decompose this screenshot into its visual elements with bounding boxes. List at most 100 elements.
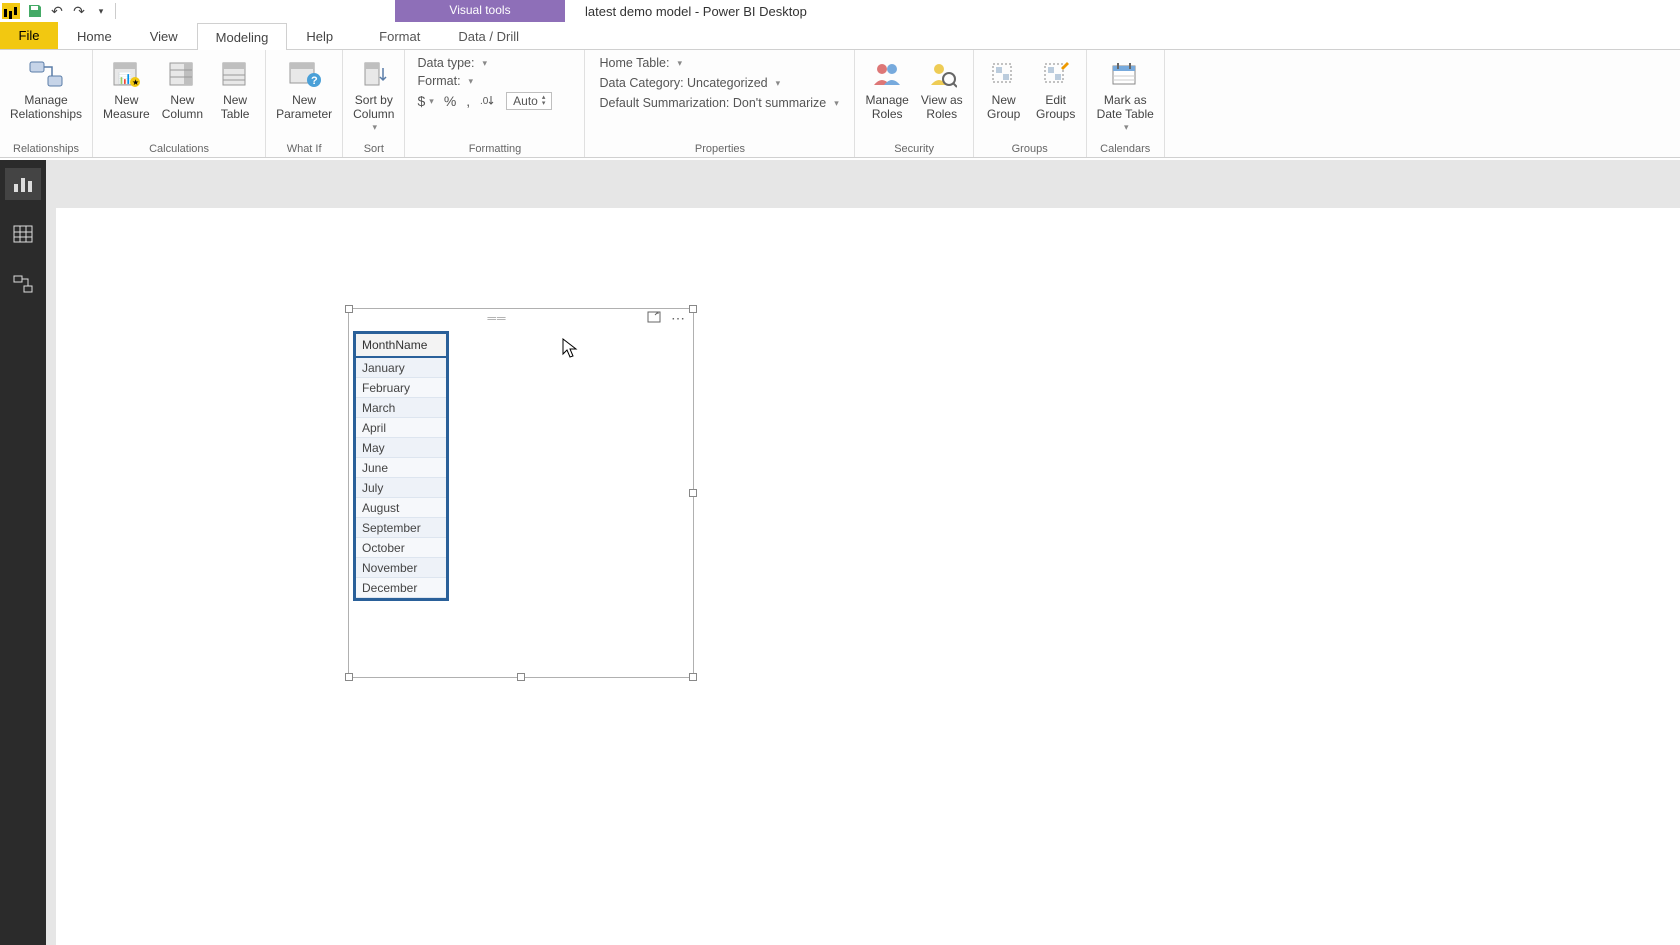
- sort-by-column-button[interactable]: Sort by Column ▾: [347, 52, 400, 132]
- chevron-down-icon: ▾: [373, 122, 378, 132]
- redo-icon[interactable]: ↷: [68, 1, 90, 21]
- ribbon-group-properties-label: Properties: [589, 140, 850, 157]
- table-row[interactable]: May: [356, 438, 446, 458]
- tab-home[interactable]: Home: [58, 22, 131, 49]
- chevron-down-icon: ▾: [1124, 122, 1129, 132]
- manage-relationships-icon: [26, 56, 66, 92]
- table-row[interactable]: January: [356, 358, 446, 378]
- new-measure-icon: 📊★: [106, 56, 146, 92]
- new-table-button[interactable]: New Table: [209, 52, 261, 122]
- table-visual[interactable]: ══ ⋯ MonthName January February March Ap…: [348, 308, 694, 678]
- data-category-label: Data Category: Uncategorized: [599, 76, 767, 90]
- resize-handle[interactable]: [689, 489, 697, 497]
- view-as-roles-label: View as Roles: [921, 94, 963, 122]
- format-label: Format:: [417, 74, 460, 88]
- file-tab[interactable]: File: [0, 22, 58, 49]
- ribbon-group-formatting: Data type: ▾ Format: ▾ $ ▾ % , .0 Aut: [405, 50, 585, 157]
- chevron-down-icon: ▾: [469, 76, 474, 87]
- ribbon: Manage Relationships Relationships 📊★ Ne…: [0, 50, 1680, 158]
- table-row[interactable]: September: [356, 518, 446, 538]
- table-row[interactable]: October: [356, 538, 446, 558]
- resize-handle[interactable]: [517, 673, 525, 681]
- qat-dropdown-icon[interactable]: ▾: [90, 1, 112, 21]
- data-type-label: Data type:: [417, 56, 474, 70]
- currency-button[interactable]: $: [417, 93, 425, 109]
- new-column-icon: [162, 56, 202, 92]
- undo-icon[interactable]: ↶: [46, 1, 68, 21]
- ribbon-group-calendars: Mark as Date Table ▾ Calendars: [1087, 50, 1165, 157]
- view-as-roles-button[interactable]: View as Roles: [915, 52, 969, 122]
- decimal-places-input[interactable]: Auto ▴▾: [506, 92, 552, 110]
- data-category-dropdown[interactable]: Data Category: Uncategorized ▾: [599, 76, 838, 90]
- ribbon-group-relationships: Manage Relationships Relationships: [0, 50, 93, 157]
- resize-handle[interactable]: [689, 673, 697, 681]
- resize-handle[interactable]: [345, 305, 353, 313]
- chevron-down-icon: ▾: [429, 96, 434, 107]
- focus-mode-icon[interactable]: [647, 310, 661, 326]
- data-type-dropdown[interactable]: Data type: ▾: [417, 56, 572, 70]
- spinner-icon[interactable]: ▴▾: [542, 95, 546, 107]
- app-icon: [2, 1, 24, 21]
- ribbon-group-relationships-label: Relationships: [4, 140, 88, 157]
- resize-handle[interactable]: [689, 305, 697, 313]
- table-row[interactable]: March: [356, 398, 446, 418]
- table-row[interactable]: August: [356, 498, 446, 518]
- new-parameter-button[interactable]: ? New Parameter: [270, 52, 338, 122]
- table-row[interactable]: June: [356, 458, 446, 478]
- new-column-button[interactable]: New Column: [156, 52, 209, 122]
- new-column-label: New Column: [162, 94, 203, 122]
- column-header[interactable]: MonthName: [356, 334, 446, 358]
- tab-help[interactable]: Help: [287, 22, 352, 49]
- table-row[interactable]: February: [356, 378, 446, 398]
- mark-as-date-table-icon: [1105, 56, 1145, 92]
- manage-roles-button[interactable]: Manage Roles: [859, 52, 914, 122]
- month-table[interactable]: MonthName January February March April M…: [353, 331, 449, 601]
- percent-button[interactable]: %: [444, 93, 456, 109]
- ribbon-group-security-label: Security: [859, 140, 968, 157]
- new-parameter-label: New Parameter: [276, 94, 332, 122]
- table-row[interactable]: December: [356, 578, 446, 598]
- manage-relationships-button[interactable]: Manage Relationships: [4, 52, 88, 122]
- decimals-icon[interactable]: .0: [480, 93, 496, 110]
- ribbon-group-properties: Home Table: ▾ Data Category: Uncategoriz…: [585, 50, 855, 157]
- new-measure-button[interactable]: 📊★ New Measure: [97, 52, 156, 122]
- ribbon-tabs: File Home View Modeling Help Format Data…: [0, 22, 1680, 50]
- ribbon-group-whatif: ? New Parameter What If: [266, 50, 343, 157]
- report-view-icon[interactable]: [5, 168, 41, 200]
- tab-view[interactable]: View: [131, 22, 197, 49]
- data-view-icon[interactable]: [5, 218, 41, 250]
- drag-grip-icon[interactable]: ══: [357, 311, 637, 325]
- decimal-places-value: Auto: [513, 94, 538, 108]
- format-dropdown[interactable]: Format: ▾: [417, 74, 572, 88]
- ribbon-group-security: Manage Roles View as Roles Security: [855, 50, 973, 157]
- home-table-dropdown[interactable]: Home Table: ▾: [599, 56, 838, 70]
- thousands-separator-button[interactable]: ,: [466, 93, 470, 109]
- default-summarization-dropdown[interactable]: Default Summarization: Don't summarize ▾: [599, 96, 838, 110]
- model-view-icon[interactable]: [5, 268, 41, 300]
- mark-as-date-table-button[interactable]: Mark as Date Table ▾: [1091, 52, 1160, 132]
- ribbon-group-calculations-label: Calculations: [97, 140, 261, 157]
- tab-data-drill[interactable]: Data / Drill: [439, 22, 538, 49]
- resize-handle[interactable]: [345, 673, 353, 681]
- table-row[interactable]: November: [356, 558, 446, 578]
- chevron-down-icon: ▾: [834, 98, 839, 109]
- more-options-icon[interactable]: ⋯: [671, 310, 685, 327]
- tab-format[interactable]: Format: [360, 22, 439, 49]
- view-as-roles-icon: [922, 56, 962, 92]
- save-icon[interactable]: [24, 1, 46, 21]
- qat-divider: [115, 3, 116, 19]
- home-table-label: Home Table:: [599, 56, 669, 70]
- chevron-down-icon: ▾: [776, 78, 781, 89]
- new-measure-label: New Measure: [103, 94, 150, 122]
- tab-modeling[interactable]: Modeling: [197, 23, 288, 50]
- table-row[interactable]: April: [356, 418, 446, 438]
- ribbon-group-sort-label: Sort: [347, 140, 400, 157]
- table-row[interactable]: July: [356, 478, 446, 498]
- report-canvas[interactable]: ══ ⋯ MonthName January February March Ap…: [56, 208, 1680, 945]
- left-nav-rail: [0, 160, 46, 945]
- new-group-label: New Group: [987, 94, 1020, 122]
- new-group-button[interactable]: New Group: [978, 52, 1030, 122]
- title-bar: Visual tools latest demo model - Power B…: [395, 0, 1680, 22]
- edit-groups-label: Edit Groups: [1036, 94, 1075, 122]
- edit-groups-button[interactable]: Edit Groups: [1030, 52, 1082, 122]
